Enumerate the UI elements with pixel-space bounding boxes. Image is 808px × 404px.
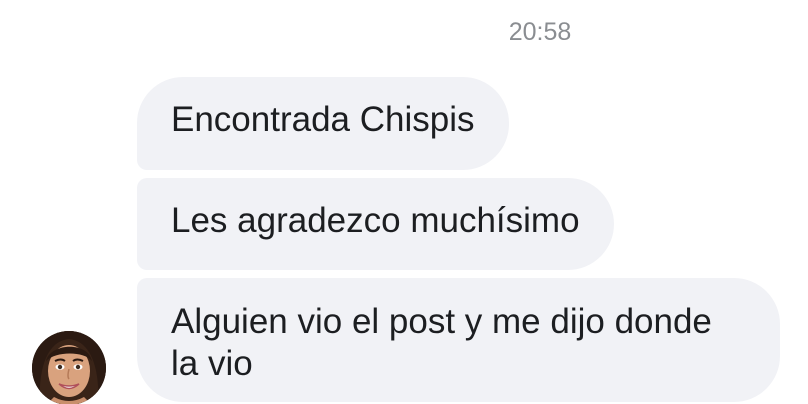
message-timestamp: 20:58 (508, 18, 572, 46)
message-bubble[interactable]: Les agradezco muchísimo (137, 178, 614, 270)
message-bubble[interactable]: Encontrada Chispis (137, 77, 509, 170)
chat-thread: 20:58 Encontrada Chispis Les agradezco m… (0, 0, 808, 404)
user-avatar-photo-icon (32, 331, 106, 404)
sender-avatar[interactable] (32, 331, 106, 404)
message-bubble[interactable]: Alguien vio el post y me dijo donde la v… (137, 278, 780, 402)
